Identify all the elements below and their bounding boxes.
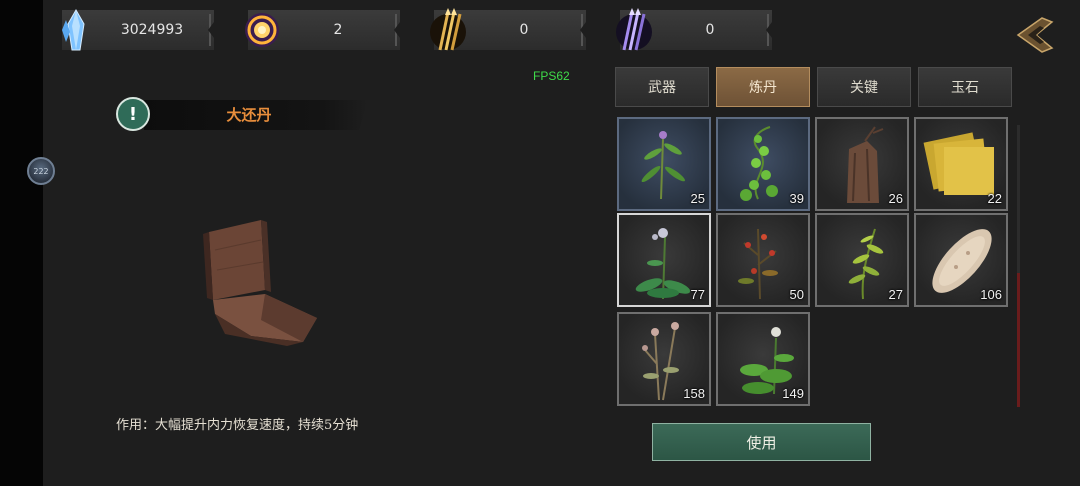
inventory-slot[interactable]: 25 [617,117,711,211]
item-count: 25 [690,191,705,206]
inventory-slot[interactable]: 22 [914,117,1008,211]
inventory-scrollbar[interactable] [1017,125,1020,407]
item-count: 27 [888,287,903,302]
fps-counter: FPS62 [533,69,570,83]
purple-arrows-amount: 0 [705,22,715,38]
item-count: 77 [690,287,705,302]
item-count: 106 [980,287,1002,302]
tab-key-items[interactable]: 关键 [817,67,911,107]
inventory-grid: 25 39 26 22 77 50 27 106 158 149 [617,117,1011,409]
scrollbar-thumb[interactable] [1017,273,1020,407]
inventory-slot[interactable]: 106 [914,213,1008,307]
inventory-slot[interactable]: 50 [716,213,810,307]
inventory-slot[interactable]: 27 [815,213,909,307]
item-count: 149 [782,386,804,401]
item-count: 22 [987,191,1002,206]
tab-jade[interactable]: 玉石 [918,67,1012,107]
tab-weapons[interactable]: 武器 [615,67,709,107]
item-count: 26 [888,191,903,206]
inventory-slot[interactable]: 149 [716,312,810,406]
item-header: ! 大还丹 [116,97,372,133]
item-wooden-box-icon [203,220,317,346]
inventory-slot[interactable]: 77 [617,213,711,307]
inventory-slot[interactable]: 39 [716,117,810,211]
item-description: 作用：大幅提升内力恢复速度，持续5分钟 [116,418,359,433]
item-count: 158 [683,386,705,401]
inventory-slot[interactable]: 26 [815,117,909,211]
floating-badge[interactable]: 222 [27,157,55,185]
use-button[interactable]: 使用 [652,423,871,461]
orb-amount: 2 [333,22,343,38]
back-arrow-icon[interactable] [1014,14,1056,56]
item-name: 大还丹 [226,106,272,124]
left-edge-strip [0,0,43,486]
gold-arrows-amount: 0 [519,22,529,38]
item-count: 39 [789,191,804,206]
tab-alchemy[interactable]: 炼丹 [716,67,810,107]
item-count: 50 [789,287,804,302]
inventory-slot[interactable]: 158 [617,312,711,406]
crystal-amount: 3024993 [120,22,184,38]
